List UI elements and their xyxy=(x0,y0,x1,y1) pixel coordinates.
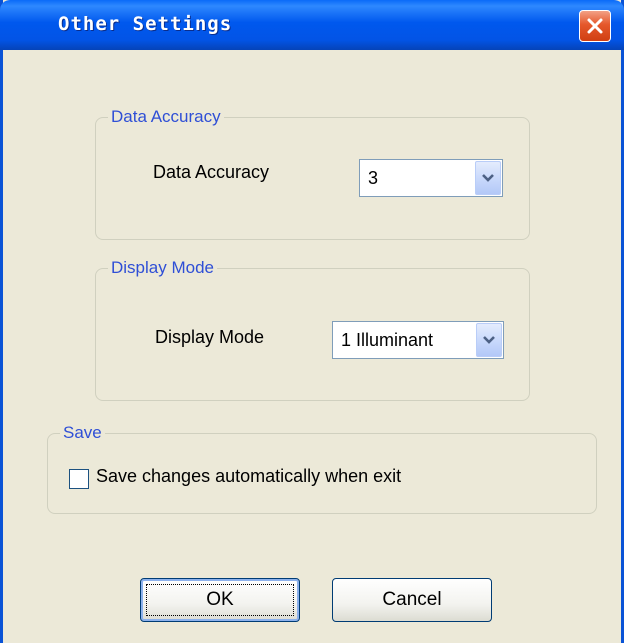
ok-button[interactable]: OK xyxy=(140,578,300,622)
cancel-button[interactable]: Cancel xyxy=(332,578,492,622)
data-accuracy-group-title: Data Accuracy xyxy=(108,106,224,128)
window-title: Other Settings xyxy=(58,13,233,35)
close-icon xyxy=(587,18,603,34)
cancel-button-label: Cancel xyxy=(382,589,442,610)
auto-save-label[interactable]: Save changes automatically when exit xyxy=(96,466,401,487)
auto-save-checkbox[interactable] xyxy=(69,469,89,489)
data-accuracy-value: 3 xyxy=(368,167,379,188)
display-mode-select[interactable]: 1 Illuminant xyxy=(332,321,504,359)
save-group-title: Save xyxy=(60,422,105,444)
data-accuracy-label: Data Accuracy xyxy=(153,162,270,182)
other-settings-dialog: Other Settings Data Accuracy Data Accura… xyxy=(0,0,624,643)
display-mode-group-title: Display Mode xyxy=(108,257,217,279)
data-accuracy-dropdown-button[interactable] xyxy=(475,161,501,195)
display-mode-value: 1 Illuminant xyxy=(341,329,434,350)
data-accuracy-select[interactable]: 3 xyxy=(359,159,503,197)
display-mode-label: Display Mode xyxy=(155,327,265,347)
close-button[interactable] xyxy=(579,10,611,42)
title-bar[interactable]: Other Settings xyxy=(0,0,624,50)
ok-button-label: OK xyxy=(206,589,234,610)
chevron-down-icon xyxy=(483,336,495,344)
display-mode-dropdown-button[interactable] xyxy=(476,323,502,357)
chevron-down-icon xyxy=(482,174,494,182)
